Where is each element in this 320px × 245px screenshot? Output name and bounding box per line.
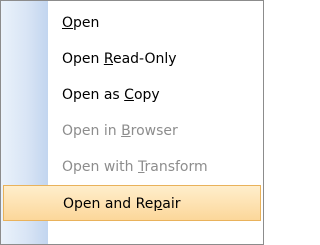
open-options-menu: Open Open Read-Only Open as Copy Open in…	[0, 0, 264, 245]
menu-item-open-read-only[interactable]: Open Read-Only	[1, 41, 263, 77]
menu-item-open-in-browser[interactable]: Open in Browser	[1, 113, 263, 149]
menu-item-label: Open	[62, 51, 104, 67]
menu-item-label: Open with	[62, 159, 138, 175]
menu-item-label: pen	[73, 15, 100, 31]
access-key: B	[121, 123, 131, 139]
menu-item-label: ead-Only	[112, 51, 177, 67]
menu-item-open-as-copy[interactable]: Open as Copy	[1, 77, 263, 113]
menu-item-label: Open and Re	[63, 196, 154, 212]
menu-item-label: Open in	[62, 123, 122, 139]
menu-item-label: Open as	[62, 87, 125, 103]
menu-item-open-and-repair[interactable]: Open and Repair	[3, 185, 261, 221]
menu-item-open[interactable]: Open	[1, 5, 263, 41]
menu-item-label: rowser	[130, 123, 178, 139]
access-key: p	[153, 196, 163, 212]
access-key: O	[62, 15, 74, 31]
menu-item-label: opy	[133, 87, 160, 103]
menu-items: Open Open Read-Only Open as Copy Open in…	[1, 5, 263, 221]
menu-item-label: ransform	[144, 159, 208, 175]
menu-item-label: air	[162, 196, 181, 212]
access-key: R	[103, 51, 113, 67]
menu-item-open-with-transform[interactable]: Open with Transform	[1, 149, 263, 185]
access-key: C	[124, 87, 134, 103]
